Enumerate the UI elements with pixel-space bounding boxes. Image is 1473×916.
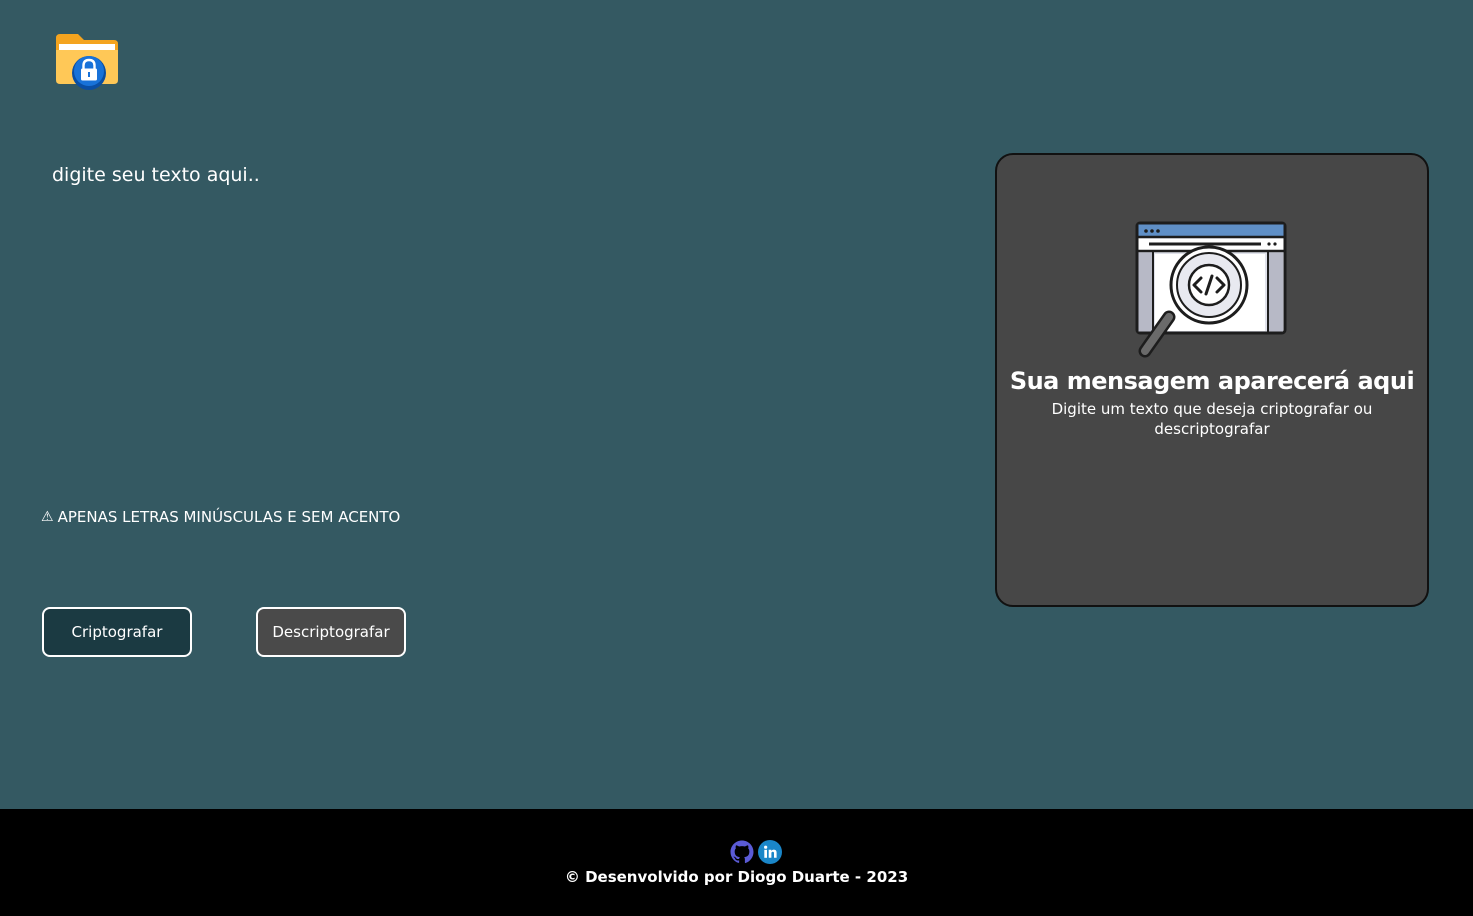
social-links: [730, 840, 782, 864]
code-search-icon: [1135, 221, 1289, 361]
output-subtitle: Digite um texto que deseja criptografar …: [1051, 400, 1373, 438]
output-panel: Sua mensagem aparecerá aqui Digite um te…: [995, 153, 1429, 607]
main-section: ⚠ APENAS LETRAS MINÚSCULAS E SEM ACENTO …: [0, 0, 1473, 809]
footer: © Desenvolvido por Diogo Duarte - 2023: [0, 809, 1473, 916]
warning-text: APENAS LETRAS MINÚSCULAS E SEM ACENTO: [57, 508, 401, 526]
input-warning: ⚠ APENAS LETRAS MINÚSCULAS E SEM ACENTO: [41, 508, 400, 526]
footer-credit: © Desenvolvido por Diogo Duarte - 2023: [564, 868, 909, 886]
output-title: Sua mensagem aparecerá aqui: [1009, 367, 1415, 395]
warning-icon: ⚠: [41, 509, 54, 525]
linkedin-icon[interactable]: [758, 840, 782, 864]
locked-folder-icon: [54, 30, 122, 92]
message-input[interactable]: [40, 152, 940, 472]
github-icon[interactable]: [730, 840, 754, 864]
encrypt-button[interactable]: Criptografar: [42, 607, 192, 657]
decrypt-button[interactable]: Descriptografar: [256, 607, 406, 657]
